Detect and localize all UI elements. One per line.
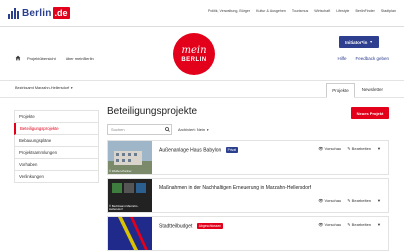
pencil-icon: ✎ — [347, 222, 351, 227]
sidebar-item-verlinkungen[interactable]: Verlinkungen — [14, 171, 99, 183]
eye-icon: 👁 — [318, 222, 324, 227]
top-nav-item[interactable]: Tourismus — [292, 9, 308, 13]
preview-label: Vorschau — [324, 198, 342, 203]
top-nav-item[interactable]: Politik, Verwaltung, Bürger — [208, 9, 250, 13]
more-dropdown-icon[interactable]: ▼ — [377, 222, 381, 227]
sidebar-item-vorhaben[interactable]: Vorhaben — [14, 159, 99, 171]
status-badge: Privat — [225, 147, 239, 153]
chevron-down-icon: ▼ — [70, 86, 74, 90]
status-badge: Abgeschlossen — [196, 223, 224, 229]
logo-text: Berlin — [22, 7, 52, 19]
sidebar-item-projektsammlungen[interactable]: Projektsammlungen — [14, 147, 99, 159]
project-title-text: Stadtteilbudget — [159, 223, 193, 230]
sidebar-item-beteiligungsprojekte[interactable]: Beteiligungsprojekte — [14, 123, 99, 135]
top-nav-item[interactable]: Wirtschaft — [314, 9, 330, 13]
thumbnail-caption: © Bezirksamt Marzahn-Hellersdorf — [109, 203, 139, 211]
site-header: Projektübersicht über meinBerlin mein BE… — [0, 27, 404, 81]
preview-label: Vorschau — [324, 222, 342, 227]
top-nav-item[interactable]: Kultur & Ausgehen — [256, 9, 286, 13]
edit-label: Bearbeiten — [351, 198, 372, 203]
top-nav-item[interactable]: BerlinFinder — [355, 9, 374, 13]
breadcrumb-item[interactable]: über meinBerlin — [66, 56, 94, 61]
project-title[interactable]: Maßnahmen in der Nachhaltigen Erneuerung… — [159, 185, 311, 191]
preview-button[interactable]: 👁 Vorschau — [318, 222, 341, 227]
top-bar: Berlin .de Politik, Verwaltung, Bürger K… — [0, 0, 404, 27]
main-content: Beteiligungsprojekte Neues Projekt Suche… — [107, 106, 389, 251]
home-icon[interactable] — [15, 55, 21, 61]
initiator-label: Initiator*in — [345, 39, 368, 45]
feedback-link[interactable]: Feedback geben — [355, 56, 389, 61]
sidebar-item-projekte[interactable]: Projekte — [14, 110, 99, 123]
organisation-bar: Bezirksamt Marzahn-Hellersdorf ▼ Projekt… — [0, 80, 404, 98]
help-link[interactable]: Hilfe — [337, 56, 346, 61]
chevron-down-icon: ▼ — [206, 128, 210, 132]
project-card: Stadtteilbudget Abgeschlossen 👁 Vorschau… — [107, 216, 389, 251]
berlin-logo[interactable]: Berlin .de — [8, 4, 70, 22]
more-dropdown-icon[interactable]: ▼ — [377, 146, 381, 151]
organisation-tabs: Projekte Newsletter — [326, 83, 388, 98]
archived-filter[interactable]: Archiviert: Nein ▼ — [178, 127, 209, 132]
more-dropdown-icon[interactable]: ▼ — [377, 198, 381, 203]
search-icon[interactable] — [165, 127, 170, 132]
header-links: Hilfe Feedback geben — [337, 56, 389, 61]
project-card: © Weißen-Partner Außenanlage Haus Babylo… — [107, 140, 389, 175]
preview-button[interactable]: 👁 Vorschau — [318, 198, 341, 203]
mein-berlin-logo[interactable]: mein BERLIN — [173, 33, 215, 75]
tab-newsletter[interactable]: Newsletter — [357, 83, 388, 98]
organisation-select[interactable]: Bezirksamt Marzahn-Hellersdorf ▼ — [15, 86, 73, 90]
preview-label: Vorschau — [324, 146, 342, 151]
initiator-menu-button[interactable]: Initiator*in ▼ — [339, 36, 379, 48]
top-nav-item[interactable]: Stadtplan — [381, 9, 396, 13]
berlin-logo-icon — [8, 7, 20, 19]
eye-icon: 👁 — [318, 146, 324, 151]
pencil-icon: ✎ — [347, 146, 351, 151]
sidebar-item-bebauungsplaene[interactable]: Bebauungspläne — [14, 135, 99, 147]
tab-projekte[interactable]: Projekte — [326, 83, 355, 98]
organisation-name: Bezirksamt Marzahn-Hellersdorf — [15, 86, 70, 90]
pencil-icon: ✎ — [347, 198, 351, 203]
project-title-text: Maßnahmen in der Nachhaltigen Erneuerung… — [159, 185, 312, 191]
top-nav: Politik, Verwaltung, Bürger Kultur & Aus… — [208, 9, 396, 13]
filter-bar: Suchen Archiviert: Nein ▼ — [107, 124, 389, 136]
dashboard-sidebar: Projekte Beteiligungsprojekte Bebauungsp… — [14, 110, 99, 183]
archived-filter-label: Archiviert: Nein — [178, 127, 206, 132]
project-actions: 👁 Vorschau ✎ Bearbeiten ▼ — [318, 222, 381, 227]
search-input[interactable]: Suchen — [107, 124, 172, 135]
breadcrumb-item[interactable]: Projektübersicht — [27, 56, 56, 61]
thumbnail-caption: © Weißen-Partner — [109, 168, 132, 173]
new-project-button[interactable]: Neues Projekt — [351, 107, 389, 119]
project-title-text: Außenanlage Haus Babylon — [159, 147, 222, 154]
logo-word: BERLIN — [181, 56, 207, 63]
eye-icon: 👁 — [318, 198, 324, 203]
project-actions: 👁 Vorschau ✎ Bearbeiten ▼ — [318, 198, 381, 203]
edit-button[interactable]: ✎ Bearbeiten — [347, 198, 371, 203]
top-nav-item[interactable]: Lifestyle — [336, 9, 349, 13]
logo-suffix: .de — [52, 7, 70, 19]
edit-button[interactable]: ✎ Bearbeiten — [347, 146, 371, 151]
edit-label: Bearbeiten — [351, 222, 372, 227]
logo-script: mein — [181, 44, 207, 56]
project-card: © Bezirksamt Marzahn-Hellersdorf Maßnahm… — [107, 178, 389, 213]
page-title: Beteiligungsprojekte — [107, 106, 198, 117]
project-title[interactable]: Stadtteilbudget Abgeschlossen — [159, 223, 224, 230]
edit-button[interactable]: ✎ Bearbeiten — [347, 222, 371, 227]
project-title[interactable]: Außenanlage Haus Babylon Privat — [159, 147, 239, 154]
edit-label: Bearbeiten — [351, 146, 372, 151]
chevron-down-icon: ▼ — [369, 40, 373, 44]
project-thumbnail — [108, 217, 152, 250]
preview-button[interactable]: 👁 Vorschau — [318, 146, 341, 151]
breadcrumb: Projektübersicht über meinBerlin — [27, 56, 94, 61]
project-actions: 👁 Vorschau ✎ Bearbeiten ▼ — [318, 146, 381, 151]
